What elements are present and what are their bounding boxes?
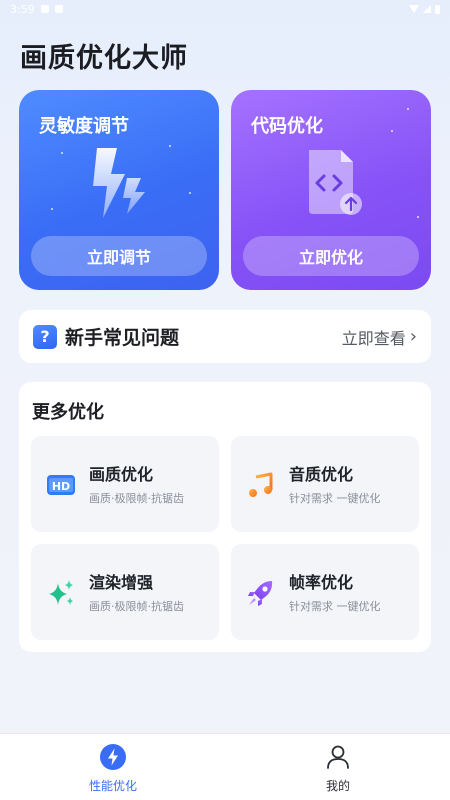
optimize-now-button[interactable]: 立即优化 xyxy=(243,236,419,276)
sensitivity-card-title: 灵敏度调节 xyxy=(39,116,129,137)
tile-audio-optimize[interactable]: 音质优化 针对需求 一键优化 xyxy=(231,436,419,532)
tile-subtitle: 画质·极限帧·抗锯齿 xyxy=(89,600,184,613)
tile-subtitle: 画质·极限帧·抗锯齿 xyxy=(89,492,184,505)
tab-performance[interactable]: 性能优化 xyxy=(53,734,173,800)
status-time: 3:59 xyxy=(10,2,35,16)
tab-label: 性能优化 xyxy=(88,779,137,793)
svg-text:HD: HD xyxy=(52,480,70,493)
tile-subtitle: 针对需求 一键优化 xyxy=(289,600,381,613)
tile-framerate-optimize[interactable]: 帧率优化 针对需求 一键优化 xyxy=(231,544,419,640)
app-title: 画质优化大师 xyxy=(20,43,188,74)
sparkle-dot xyxy=(391,130,393,132)
tile-subtitle: 针对需求 一键优化 xyxy=(289,492,381,505)
tile-title: 音质优化 xyxy=(289,465,354,484)
tile-title: 渲染增强 xyxy=(89,573,154,592)
view-now-label: 立即查看 xyxy=(341,328,406,348)
tile-title: 帧率优化 xyxy=(289,573,354,592)
music-note-icon xyxy=(249,472,273,497)
faq-card[interactable]: ? 新手常见问题 立即查看 › xyxy=(19,310,431,363)
sparkle-dot xyxy=(407,108,409,110)
chevron-right-icon: › xyxy=(409,325,417,347)
tab-mine[interactable]: 我的 xyxy=(278,734,398,800)
user-icon xyxy=(327,745,349,769)
sparkle-dot xyxy=(51,208,53,210)
view-now-link[interactable]: 立即查看 › xyxy=(342,325,417,349)
section-title: 更多优化 xyxy=(32,402,104,423)
battery-icon xyxy=(435,4,440,14)
question-icon: ? xyxy=(33,324,57,349)
signal-icon xyxy=(423,5,431,13)
sparkle-dot xyxy=(169,145,171,147)
tile-render-enhance[interactable]: 渲染增强 画质·极限帧·抗锯齿 xyxy=(31,544,219,640)
more-optimizations-section: 更多优化 HD 画质优化 画质·极限帧·抗锯齿 音质优化 针对需求 一键优化 渲… xyxy=(19,382,431,652)
code-optimize-card[interactable]: 代码优化 立即优化 xyxy=(231,90,431,290)
rocket-icon xyxy=(248,581,273,606)
status-left: 3:59 xyxy=(10,3,63,16)
hd-icon: HD xyxy=(47,475,75,495)
wifi-icon xyxy=(409,5,419,13)
sparkle-icon xyxy=(49,580,73,605)
status-right xyxy=(409,4,440,14)
code-file-icon xyxy=(309,150,362,215)
faq-title: 新手常见问题 xyxy=(65,327,180,349)
notification-icon xyxy=(54,5,63,13)
code-optimize-card-title: 代码优化 xyxy=(251,116,323,137)
status-bar: 3:59 xyxy=(0,0,450,18)
adjust-now-button[interactable]: 立即调节 xyxy=(31,236,207,276)
sparkle-dot xyxy=(189,192,191,194)
lightning-tab-icon xyxy=(100,744,126,770)
sensitivity-card[interactable]: 灵敏度调节 立即调节 xyxy=(19,90,219,290)
sparkle-dot xyxy=(417,216,419,218)
tile-quality-optimize[interactable]: HD 画质优化 画质·极限帧·抗锯齿 xyxy=(31,436,219,532)
sparkle-dot xyxy=(61,152,63,154)
tab-label: 我的 xyxy=(325,779,350,793)
notification-icon xyxy=(40,5,49,13)
bottom-tab-bar: 性能优化 我的 xyxy=(0,733,450,800)
tile-title: 画质优化 xyxy=(89,465,154,484)
lightning-icon xyxy=(93,148,145,218)
